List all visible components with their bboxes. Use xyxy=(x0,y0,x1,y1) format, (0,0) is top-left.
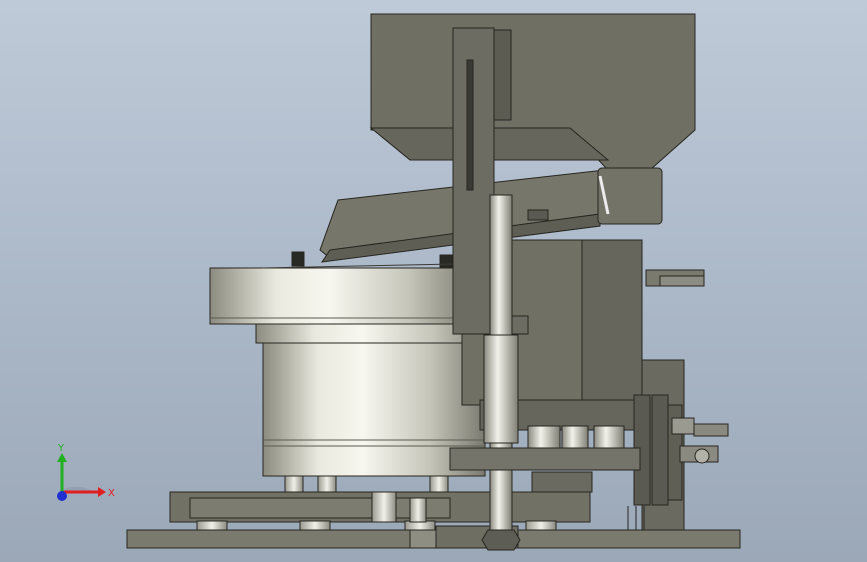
cylinder-3 xyxy=(593,425,625,449)
z-axis-dot xyxy=(57,491,67,501)
chute-nose xyxy=(597,167,663,225)
x-axis-label: X xyxy=(108,488,115,499)
cylinder-2 xyxy=(561,425,589,449)
rim-clamp-1 xyxy=(291,251,305,267)
x-axis-head xyxy=(98,487,106,497)
spacer-2 xyxy=(409,497,427,523)
foot-2 xyxy=(299,520,331,531)
post-2 xyxy=(317,475,337,493)
rod-collar xyxy=(483,334,519,444)
cylinder-1 xyxy=(527,425,561,449)
cross-bar-lower xyxy=(531,471,593,493)
y-axis-head xyxy=(57,453,67,462)
main-body-right xyxy=(581,239,643,406)
fitting-2 xyxy=(693,423,729,437)
fitting-1 xyxy=(671,417,695,435)
rim-clamp-2 xyxy=(439,254,453,268)
chute-pin xyxy=(527,209,549,221)
post-1 xyxy=(284,475,304,493)
sensor-arm-end xyxy=(659,275,705,287)
y-axis-label: Y xyxy=(57,443,65,454)
valve-2 xyxy=(651,394,669,506)
bowl-rim xyxy=(209,267,476,325)
spacer-1 xyxy=(371,491,397,523)
cad-viewport[interactable]: X Y xyxy=(0,0,867,562)
base-plate-inset xyxy=(409,529,437,549)
foot-1 xyxy=(196,520,228,531)
fitting-knob xyxy=(694,448,710,464)
cross-bar xyxy=(449,447,641,471)
axis-triad: X Y xyxy=(57,443,115,501)
hopper-window xyxy=(492,29,512,121)
foot-4 xyxy=(525,520,557,531)
feeder-assembly-model[interactable] xyxy=(0,0,867,562)
bracket-slot xyxy=(466,59,474,191)
rod-nut xyxy=(481,529,521,551)
post-3 xyxy=(429,475,449,493)
